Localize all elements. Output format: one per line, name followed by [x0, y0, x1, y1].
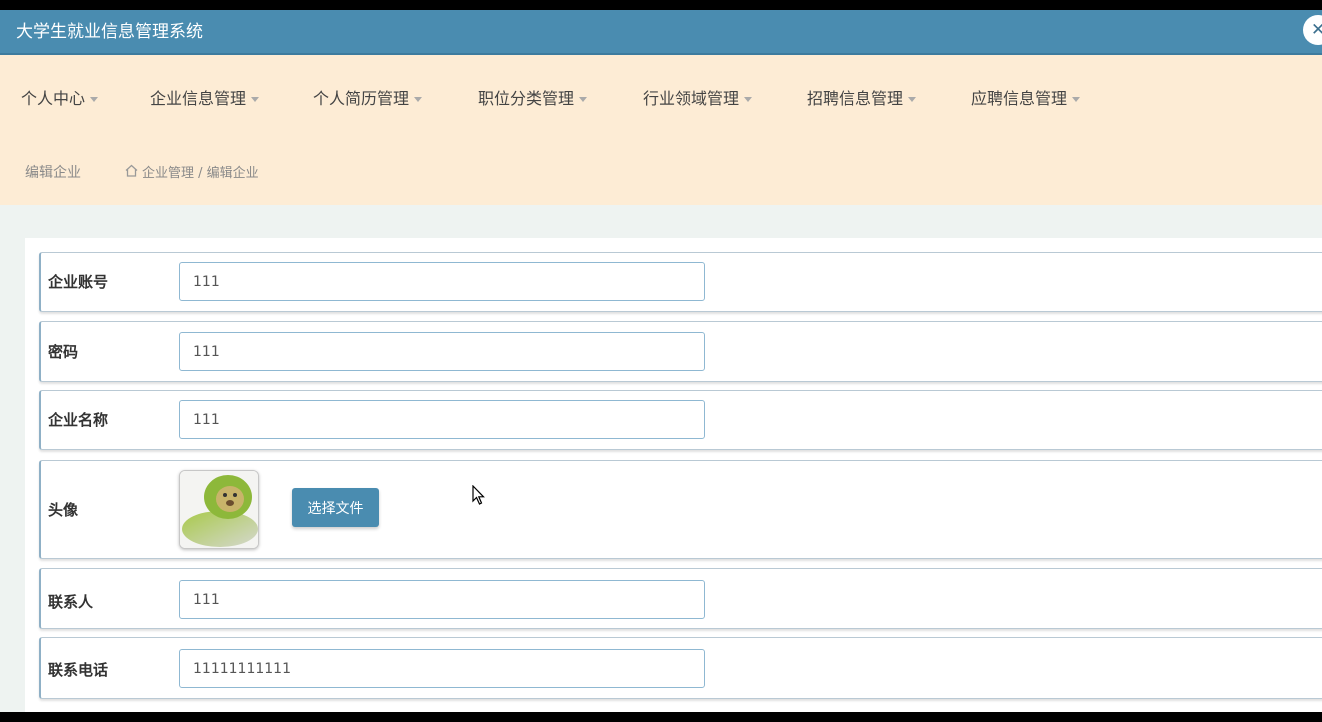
field-label: 头像	[48, 501, 79, 519]
bottom-edge	[0, 712, 1322, 722]
close-button[interactable]: ✕	[1303, 15, 1322, 45]
field-label: 企业账号	[48, 273, 109, 291]
account-input[interactable]	[179, 262, 705, 301]
nav-item-company-info[interactable]: 企业信息管理	[150, 85, 260, 113]
chevron-down-icon	[908, 97, 917, 102]
avatar	[179, 470, 259, 549]
avatar-image	[180, 471, 258, 548]
nav-item-job-category[interactable]: 职位分类管理	[478, 85, 588, 113]
nav-item-industry[interactable]: 行业领域管理	[643, 85, 753, 113]
chevron-down-icon	[1072, 97, 1081, 102]
form-row-company-name: 企业名称	[39, 390, 1322, 450]
nav-item-recruitment[interactable]: 招聘信息管理	[807, 85, 917, 113]
company-name-input[interactable]	[179, 400, 705, 439]
form-row-password: 密码	[39, 321, 1322, 382]
top-navigation: 个人中心 企业信息管理 个人简历管理 职位分类管理 行业领域管理 招聘信息管理 …	[0, 55, 1322, 205]
nav-item-personal-center[interactable]: 个人中心	[21, 85, 99, 113]
breadcrumb: 编辑企业 企业管理 / 编辑企业	[0, 160, 1322, 184]
choose-file-button[interactable]: 选择文件	[292, 488, 379, 527]
app-title: 大学生就业信息管理系统	[16, 22, 203, 42]
cursor-icon	[472, 485, 485, 505]
title-bar: 大学生就业信息管理系统 ✕	[0, 10, 1322, 55]
nav-menu: 个人中心 企业信息管理 个人简历管理 职位分类管理 行业领域管理 招聘信息管理 …	[0, 85, 1322, 115]
form-row-contact: 联系人	[39, 568, 1322, 629]
home-icon[interactable]	[125, 164, 138, 177]
form-row-phone: 联系电话	[39, 637, 1322, 699]
field-label: 联系人	[48, 593, 94, 611]
contact-input[interactable]	[179, 580, 705, 619]
chevron-down-icon	[90, 97, 99, 102]
page-title: 编辑企业	[25, 165, 81, 181]
breadcrumb-path[interactable]: 企业管理 / 编辑企业	[142, 162, 259, 181]
phone-input[interactable]	[179, 649, 705, 688]
field-label: 企业名称	[48, 411, 109, 429]
field-label: 密码	[48, 343, 79, 361]
password-input[interactable]	[179, 332, 705, 371]
field-label: 联系电话	[48, 661, 109, 679]
app-window: 大学生就业信息管理系统 ✕ 个人中心 企业信息管理 个人简历管理 职位分类管理 …	[0, 10, 1322, 712]
chevron-down-icon	[251, 97, 260, 102]
chevron-down-icon	[744, 97, 753, 102]
chevron-down-icon	[579, 97, 588, 102]
form-row-account: 企业账号	[39, 252, 1322, 312]
nav-item-application[interactable]: 应聘信息管理	[971, 85, 1081, 113]
close-icon: ✕	[1311, 20, 1322, 40]
form-row-avatar: 头像 选择文件	[39, 460, 1322, 559]
chevron-down-icon	[414, 97, 423, 102]
nav-item-resume[interactable]: 个人简历管理	[313, 85, 423, 113]
